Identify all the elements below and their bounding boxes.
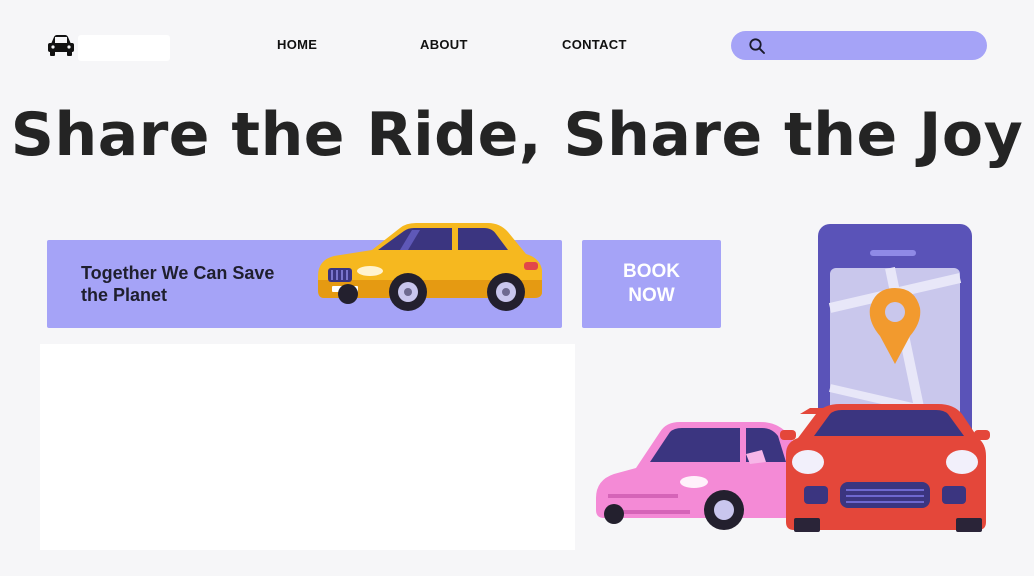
yellow-car-illustration	[318, 223, 542, 311]
search-icon[interactable]	[748, 37, 766, 55]
logo-car-icon[interactable]	[46, 34, 76, 58]
nav-contact-link[interactable]: CONTACT	[562, 37, 627, 52]
content-panel	[40, 344, 575, 550]
search-input[interactable]	[772, 33, 981, 60]
phone-cars-illustration	[596, 224, 990, 532]
logo-placeholder	[78, 35, 170, 61]
promo-text: Together We Can Save the Planet	[81, 263, 275, 305]
hero-title: Share the Ride, Share the Joy	[10, 100, 1024, 170]
nav-about-link[interactable]: ABOUT	[420, 37, 468, 52]
nav-home-link[interactable]: HOME	[277, 37, 317, 52]
